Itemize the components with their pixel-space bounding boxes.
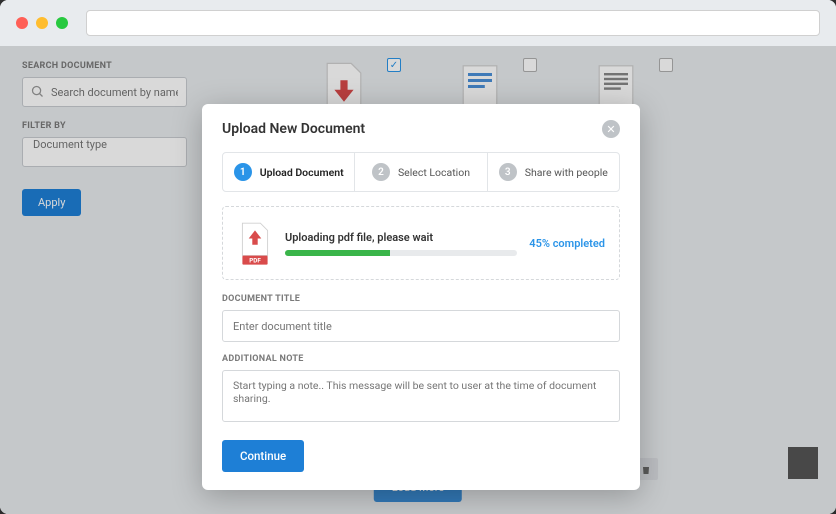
progress-bar-fill	[285, 250, 390, 256]
upload-progress-box: PDF Uploading pdf file, please wait 45% …	[222, 206, 620, 280]
step-share[interactable]: 3 Share with people	[488, 153, 619, 191]
step-number: 1	[234, 163, 252, 181]
browser-window: SEARCH DOCUMENT FILTER BY Document type …	[0, 0, 836, 514]
modal-title: Upload New Document	[222, 121, 365, 137]
upload-modal: Upload New Document ✕ 1 Upload Document …	[202, 104, 640, 490]
step-number: 3	[499, 163, 517, 181]
step-number: 2	[372, 163, 390, 181]
maximize-window-icon[interactable]	[56, 17, 68, 29]
minimize-window-icon[interactable]	[36, 17, 48, 29]
url-bar[interactable]	[86, 10, 820, 36]
step-label: Share with people	[525, 166, 608, 179]
step-label: Upload Document	[260, 166, 344, 179]
step-location[interactable]: 2 Select Location	[355, 153, 487, 191]
pdf-icon: PDF	[237, 221, 273, 265]
progress-percent: 45% completed	[529, 237, 605, 250]
continue-button[interactable]: Continue	[222, 440, 304, 472]
progress-bar-track	[285, 250, 517, 256]
note-label: ADDITIONAL NOTE	[222, 354, 620, 364]
doc-title-label: DOCUMENT TITLE	[222, 294, 620, 304]
svg-text:PDF: PDF	[249, 256, 261, 264]
note-textarea[interactable]	[222, 370, 620, 422]
step-upload[interactable]: 1 Upload Document	[223, 153, 355, 191]
upload-info: Uploading pdf file, please wait	[285, 231, 517, 256]
step-label: Select Location	[398, 166, 470, 179]
close-window-icon[interactable]	[16, 17, 28, 29]
doc-title-input[interactable]	[222, 310, 620, 342]
content-area: SEARCH DOCUMENT FILTER BY Document type …	[0, 46, 836, 514]
modal-header: Upload New Document ✕	[222, 120, 620, 138]
titlebar	[0, 0, 836, 46]
close-button[interactable]: ✕	[602, 120, 620, 138]
stepper: 1 Upload Document 2 Select Location 3 Sh…	[222, 152, 620, 192]
upload-status-text: Uploading pdf file, please wait	[285, 231, 517, 244]
